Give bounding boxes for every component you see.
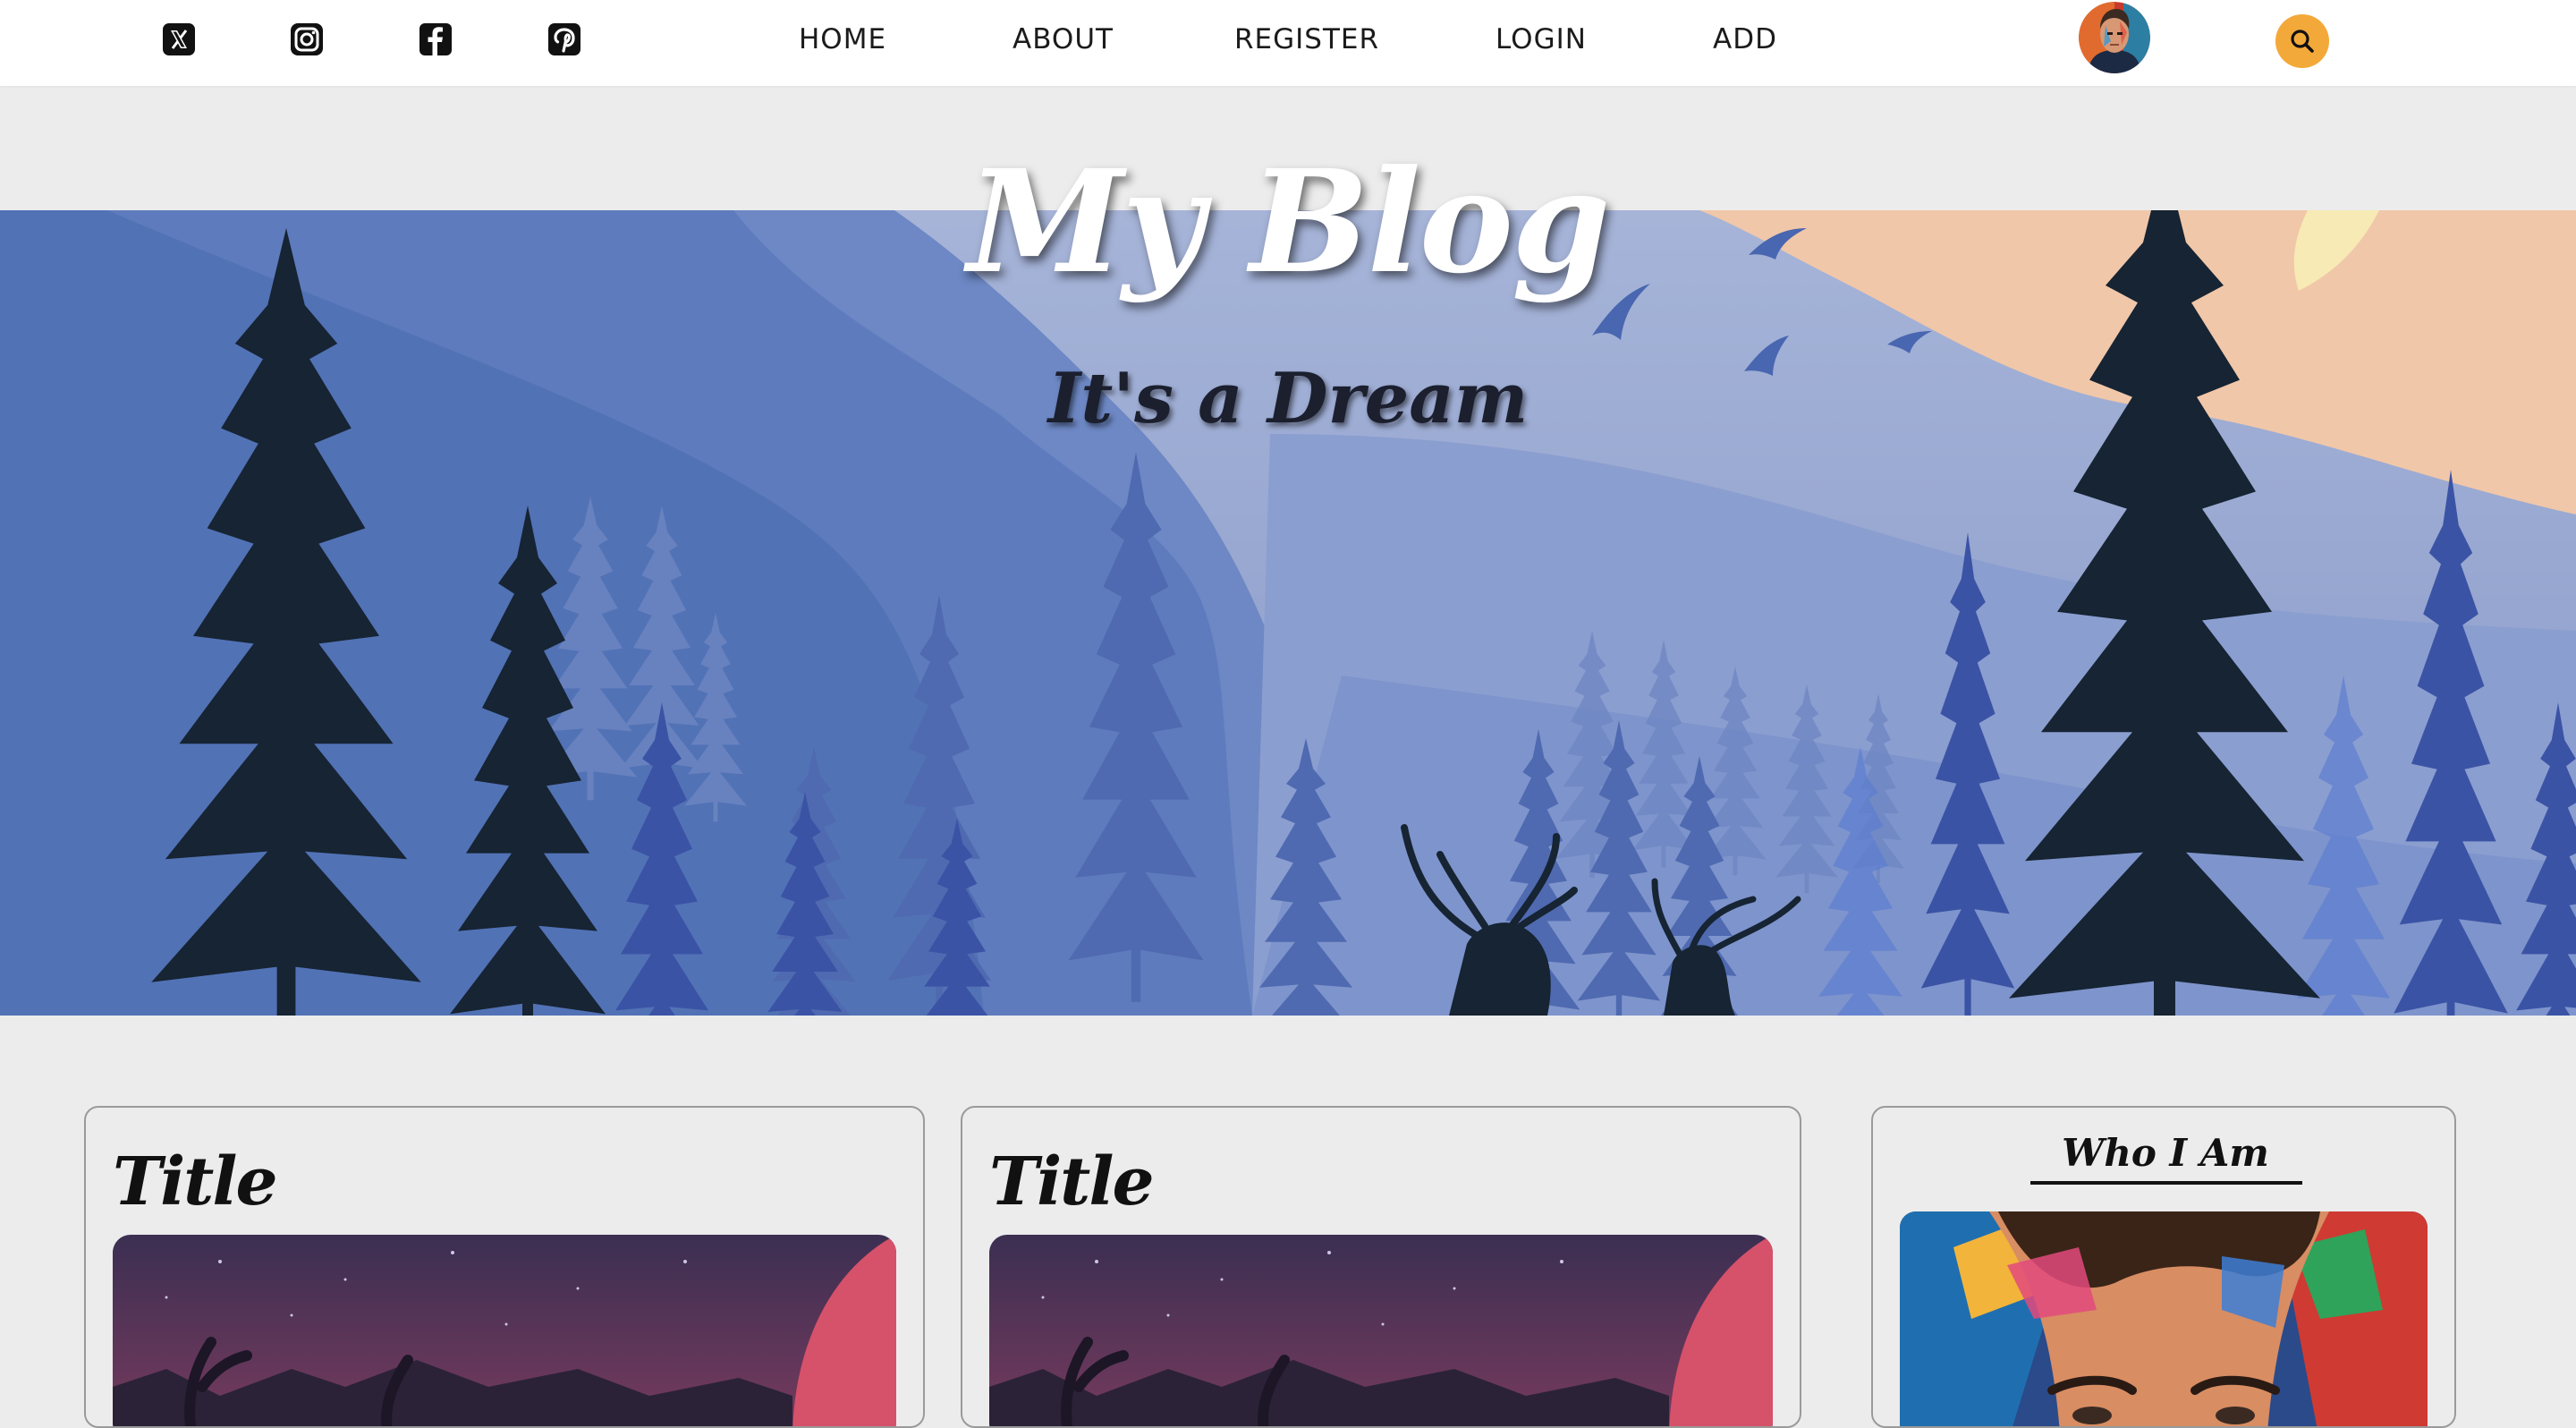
post-title[interactable]: Title: [989, 1143, 1155, 1220]
post-title[interactable]: Title: [113, 1143, 278, 1220]
post-image[interactable]: [113, 1235, 896, 1426]
nav-about[interactable]: ABOUT: [1013, 18, 1114, 61]
nav-login[interactable]: LOGIN: [1496, 18, 1587, 61]
nav-register[interactable]: REGISTER: [1234, 18, 1379, 61]
pinterest-icon[interactable]: [547, 21, 582, 57]
profile-avatar[interactable]: [2079, 2, 2150, 73]
heading-underline: [2030, 1181, 2302, 1185]
post-image[interactable]: [989, 1235, 1773, 1426]
x-icon[interactable]: [161, 21, 197, 57]
blog-subtitle: It's a Dream: [1047, 358, 1529, 439]
search-icon: [2291, 30, 2314, 53]
facebook-icon[interactable]: [418, 21, 453, 57]
instagram-icon[interactable]: [289, 21, 325, 57]
about-sidebar: Who I Am: [1871, 1106, 2456, 1428]
nav-add[interactable]: ADD: [1713, 18, 1777, 61]
author-portrait: [1900, 1211, 2428, 1426]
search-button[interactable]: [2275, 14, 2329, 68]
post-card[interactable]: Title: [961, 1106, 1801, 1428]
hero-banner: [0, 210, 2576, 1016]
nav-home[interactable]: HOME: [799, 18, 886, 61]
blog-title: My Blog: [967, 140, 1610, 305]
top-navbar: HOME ABOUT REGISTER LOGIN ADD: [0, 0, 2576, 86]
post-card[interactable]: Title: [84, 1106, 925, 1428]
forest-landscape-illustration: [0, 210, 2576, 1016]
sidebar-heading: Who I Am: [2062, 1131, 2269, 1175]
